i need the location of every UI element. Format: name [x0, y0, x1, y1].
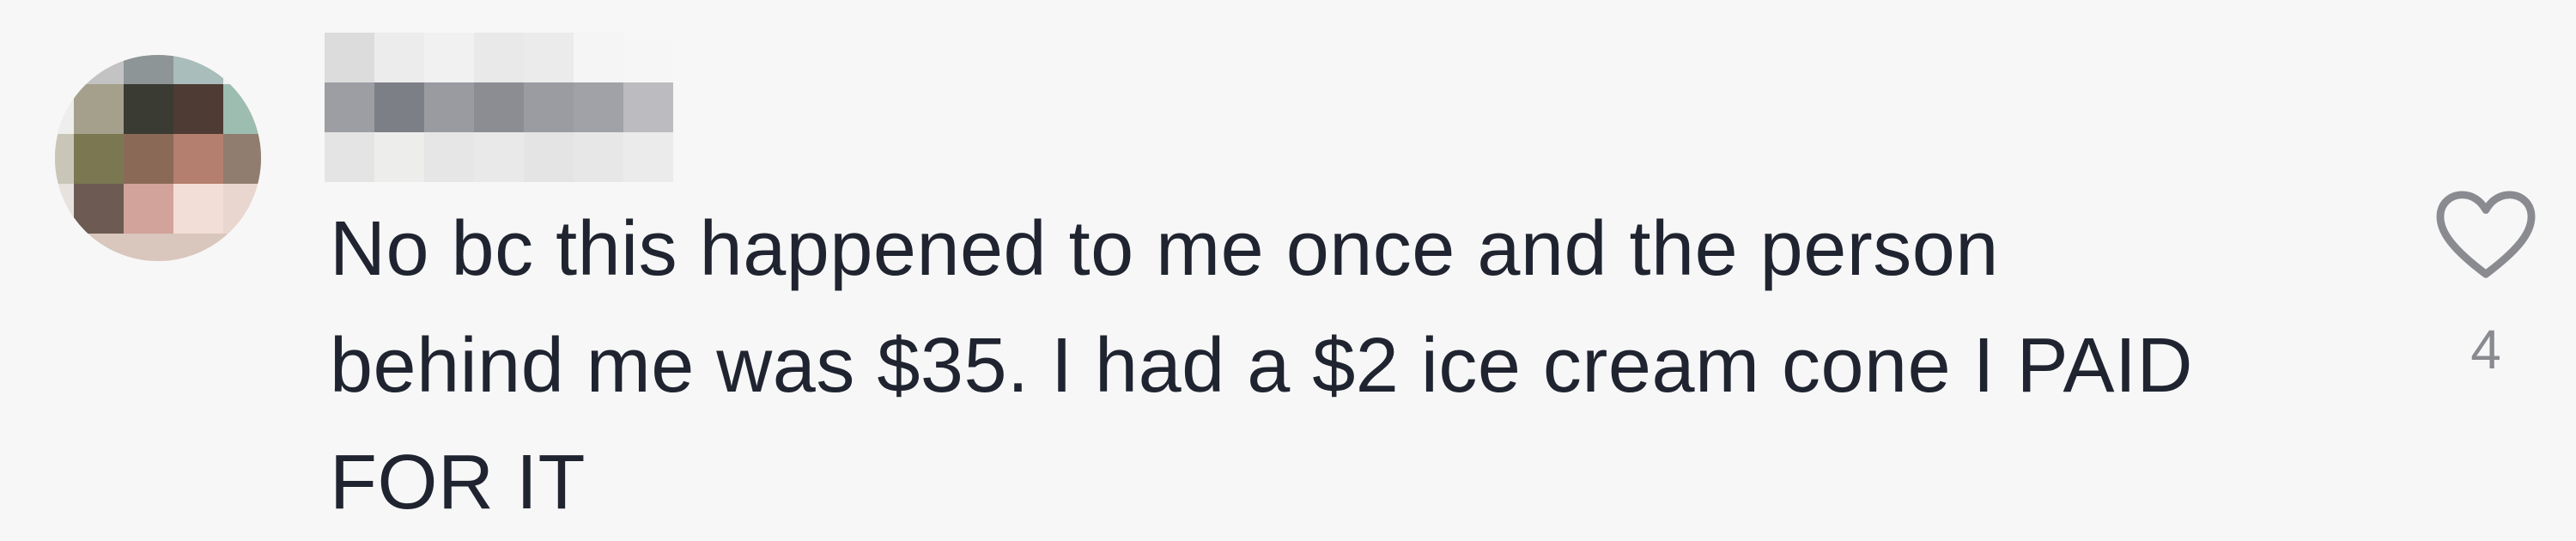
comment-text-line: FOR IT — [330, 440, 586, 526]
comment-text-line: behind me was $35. I had a $2 ice cream … — [330, 323, 2194, 409]
like-count: 4 — [2470, 319, 2501, 380]
comment-item: No bc this happened to me once and the p… — [0, 0, 2576, 536]
avatar[interactable] — [55, 55, 261, 261]
comment-text-line: No bc this happened to me once and the p… — [330, 206, 1999, 292]
like-button[interactable] — [2430, 180, 2542, 292]
username-censored[interactable] — [325, 33, 673, 182]
avatar-image — [55, 55, 261, 234]
heart-outline-icon — [2436, 191, 2536, 278]
comment-text: No bc this happened to me once and the p… — [330, 191, 2391, 541]
